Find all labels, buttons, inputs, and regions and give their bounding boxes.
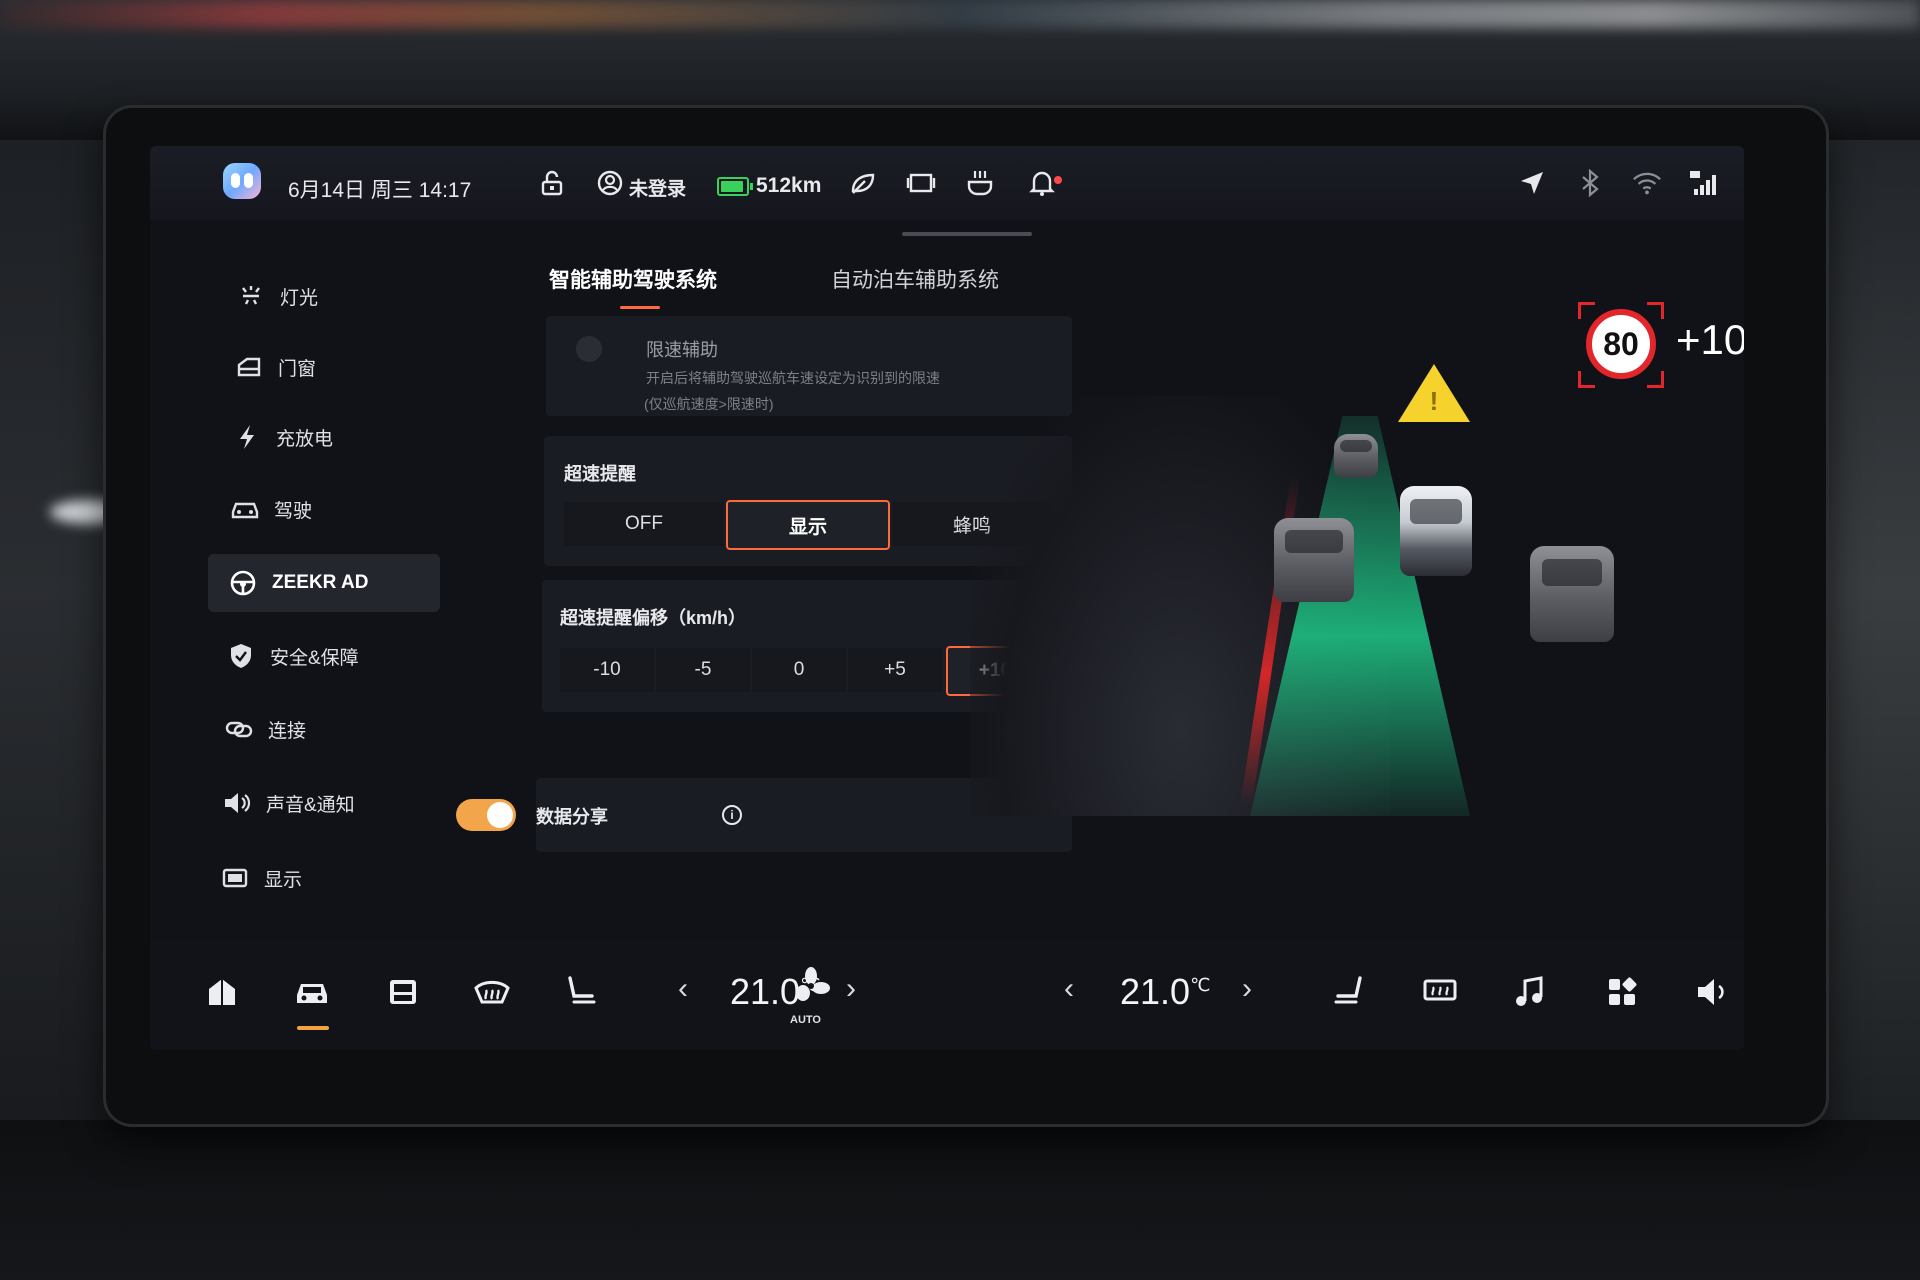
overspeed-offset-title: 超速提醒偏移（km/h） <box>560 608 747 628</box>
vehicle-settings-icon[interactable] <box>292 972 332 1012</box>
overspeed-option-display[interactable]: 显示 <box>726 500 890 550</box>
sidebar-item-charging[interactable]: 充放电 <box>232 408 464 466</box>
fan-icon[interactable] <box>791 966 831 1006</box>
sidebar-item-label: ZEEKR AD <box>272 572 369 593</box>
offset-option-0[interactable]: 0 <box>752 648 846 692</box>
sidebar-item-label: 驾驶 <box>274 500 313 522</box>
unlock-icon[interactable] <box>537 168 567 198</box>
sidebar-item-security[interactable]: 安全&保障 <box>226 627 458 685</box>
steering-wheel-icon <box>228 568 258 598</box>
offset-option-minus5[interactable]: -5 <box>656 648 750 692</box>
right-temp-unit: ℃ <box>1190 975 1211 995</box>
sidebar-item-driving[interactable]: 驾驶 <box>230 480 462 538</box>
left-temp-value: 21.0 <box>730 971 801 1012</box>
link-icon <box>224 714 254 744</box>
sidebar-item-label: 充放电 <box>276 428 334 450</box>
range-value: 512km <box>756 174 822 197</box>
front-defrost-icon[interactable] <box>472 972 512 1012</box>
offset-option-minus10[interactable]: -10 <box>560 648 654 692</box>
home-icon[interactable] <box>202 972 242 1012</box>
speed-limit-assist-desc-note: (仅巡航速度>限速时) <box>644 396 774 412</box>
driver-seat-icon[interactable] <box>560 972 600 1012</box>
sidebar-item-display[interactable]: 显示 <box>220 849 452 907</box>
notification-bell-icon[interactable] <box>1027 168 1057 198</box>
tab-assisted-driving[interactable]: 智能辅助驾驶系统 <box>549 264 717 294</box>
heated-wheel-icon[interactable] <box>965 168 995 198</box>
volume-icon[interactable] <box>1692 972 1732 1012</box>
passenger-seat-icon[interactable] <box>1330 972 1370 1012</box>
data-sharing-label: 数据分享 <box>536 807 608 827</box>
account-icon[interactable] <box>595 168 625 198</box>
speed-limit-assist-desc: 开启后将辅助驾驶巡航车速设定为识别到的限速 <box>646 370 940 386</box>
left-temp-increase-button[interactable]: › <box>846 972 856 1006</box>
wifi-icon[interactable] <box>1632 168 1662 198</box>
right-temperature[interactable]: 21.0℃ <box>1120 971 1210 1013</box>
infotainment-screen: 6月14日 周三 14:17 未登录 512km 灯光 门窗 充放电 驾驶 ZE… <box>150 146 1744 1050</box>
charging-icon <box>232 422 262 452</box>
apps-grid-icon[interactable] <box>1602 972 1642 1012</box>
navigation-icon[interactable] <box>1517 168 1547 198</box>
sidebar-item-label: 显示 <box>264 869 303 891</box>
voice-assistant-icon[interactable] <box>223 163 261 199</box>
sidebar-item-label: 安全&保障 <box>270 647 359 669</box>
display-mode-icon[interactable] <box>906 168 936 198</box>
overspeed-alert-title: 超速提醒 <box>564 464 636 484</box>
fan-mode-label: AUTO <box>790 1014 821 1026</box>
bluetooth-icon[interactable] <box>1575 168 1605 198</box>
camera-360-icon[interactable] <box>383 972 423 1012</box>
battery-icon <box>717 177 753 196</box>
notification-badge <box>1054 176 1062 184</box>
right-temp-decrease-button[interactable]: ‹ <box>1064 972 1074 1006</box>
sidebar-item-label: 门窗 <box>278 358 317 380</box>
light-icon <box>236 281 266 311</box>
data-sharing-toggle[interactable] <box>456 799 516 831</box>
sidebar-item-light[interactable]: 灯光 <box>236 267 468 325</box>
door-icon <box>234 352 264 382</box>
background-dashboard-bottom <box>0 1120 1920 1280</box>
active-dock-indicator <box>297 1026 329 1030</box>
adas-vehicle-left <box>1274 518 1354 602</box>
sidebar-item-label: 灯光 <box>280 287 319 309</box>
adas-ego-vehicle <box>1400 486 1472 576</box>
speaker-icon <box>222 788 252 818</box>
adas-vehicle-right <box>1530 546 1614 642</box>
left-temp-decrease-button[interactable]: ‹ <box>678 972 688 1006</box>
music-icon[interactable] <box>1510 972 1550 1012</box>
datetime: 6月14日 周三 14:17 <box>288 179 472 202</box>
background-windshield <box>0 0 1920 28</box>
speed-offset-value: +10 <box>1676 316 1744 363</box>
speed-limit-sign: 80 <box>1586 309 1656 379</box>
account-status[interactable]: 未登录 <box>629 174 686 201</box>
sidebar-item-door[interactable]: 门窗 <box>234 338 466 396</box>
cellular-signal-icon <box>1688 168 1718 198</box>
sidebar-item-connect[interactable]: 连接 <box>224 700 456 758</box>
sidebar-item-zeekr-ad[interactable]: ZEEKR AD <box>208 554 440 612</box>
car-icon <box>230 494 260 524</box>
status-bar: 6月14日 周三 14:17 未登录 512km <box>150 146 1744 220</box>
warning-mark: ! <box>1429 386 1439 416</box>
sidebar-item-label: 声音&通知 <box>266 794 355 816</box>
rear-defrost-icon[interactable] <box>1420 972 1460 1012</box>
speed-limit-assist-title: 限速辅助 <box>646 340 718 360</box>
offset-option-plus5[interactable]: +5 <box>848 648 942 692</box>
speed-limit-assist-switch[interactable] <box>576 336 602 362</box>
tab-auto-parking[interactable]: 自动泊车辅助系统 <box>831 264 999 294</box>
sidebar-item-sound[interactable]: 声音&通知 <box>222 774 454 832</box>
sidebar-item-label: 连接 <box>268 720 307 742</box>
adas-vehicle-far <box>1334 434 1378 478</box>
tab-active-indicator <box>620 306 660 309</box>
right-temp-value: 21.0 <box>1120 971 1191 1012</box>
info-icon[interactable]: i <box>722 805 742 825</box>
drag-handle[interactable] <box>902 232 1032 236</box>
eco-mode-icon[interactable] <box>848 168 878 198</box>
display-icon <box>220 863 250 893</box>
shield-icon <box>226 641 256 671</box>
right-temp-increase-button[interactable]: › <box>1242 972 1252 1006</box>
overspeed-option-off[interactable]: OFF <box>564 502 724 546</box>
